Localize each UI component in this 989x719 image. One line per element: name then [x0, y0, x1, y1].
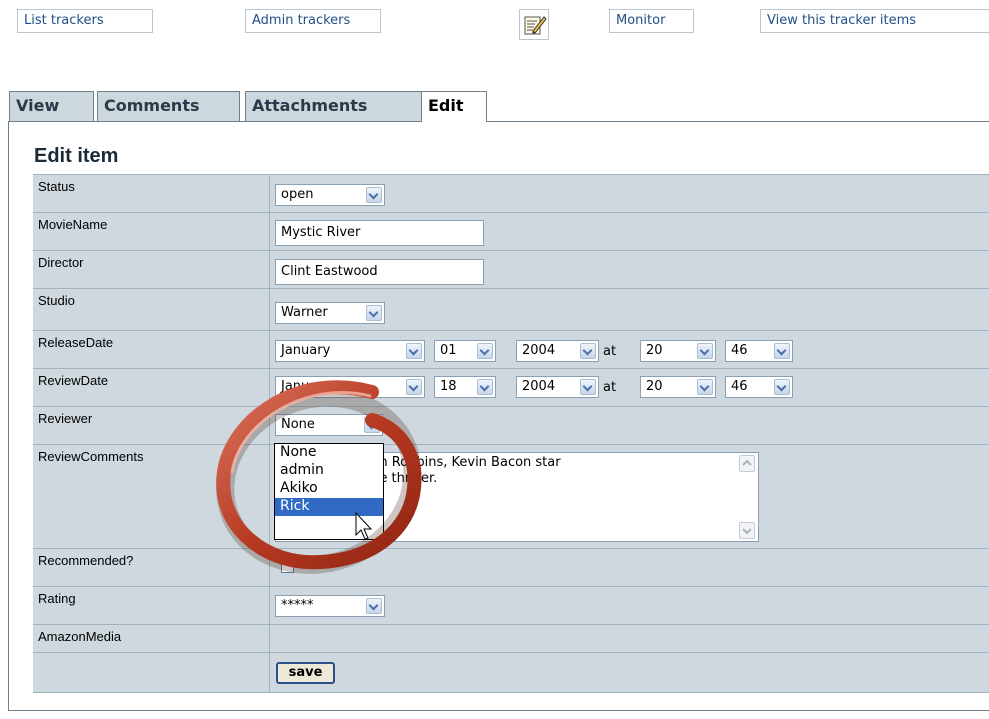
row-director: Director Clint Eastwood	[33, 250, 989, 288]
tab-edit[interactable]: Edit	[421, 91, 487, 122]
chevron-down-icon	[580, 343, 596, 359]
dropdown-option-admin[interactable]: admin	[275, 462, 383, 480]
review-month-select[interactable]: January	[275, 376, 425, 398]
studio-label: Studio	[33, 289, 270, 330]
monitor-link[interactable]: Monitor	[609, 9, 694, 33]
dropdown-option-none[interactable]: None	[275, 444, 383, 462]
release-date-label: ReleaseDate	[33, 331, 270, 368]
release-hour-select[interactable]: 20	[640, 340, 716, 362]
release-day-select[interactable]: 01	[434, 340, 496, 362]
row-studio: Studio Warner	[33, 288, 989, 330]
release-hour-value: 20	[646, 343, 663, 358]
chevron-down-icon	[366, 187, 382, 203]
chevron-down-icon	[697, 379, 713, 395]
director-input[interactable]: Clint Eastwood	[275, 259, 484, 285]
rating-select[interactable]: *****	[275, 595, 385, 617]
dropdown-option-akiko[interactable]: Akiko	[275, 480, 383, 498]
chevron-down-icon	[774, 343, 790, 359]
row-release-date: ReleaseDate January 01 2004 at 20 46	[33, 330, 989, 368]
recommended-label: Recommended?	[33, 549, 270, 586]
reviewer-select[interactable]: None	[275, 414, 383, 436]
studio-select[interactable]: Warner	[275, 302, 385, 324]
scroll-up-icon[interactable]	[739, 455, 755, 472]
status-label: Status	[33, 175, 270, 212]
reviewer-label: Reviewer	[33, 407, 270, 444]
save-row-label	[33, 653, 270, 692]
reviewer-dropdown-list: None admin Akiko Rick	[274, 443, 384, 540]
status-value: open	[281, 187, 314, 202]
page-title: Edit item	[34, 145, 119, 167]
view-tracker-items-link[interactable]: View this tracker items	[760, 9, 989, 33]
row-status: Status open	[33, 174, 989, 212]
admin-trackers-link[interactable]: Admin trackers	[245, 9, 381, 33]
tab-view[interactable]: View	[9, 91, 94, 121]
release-at-text: at	[603, 344, 617, 359]
release-month-value: January	[281, 343, 331, 358]
review-year-select[interactable]: 2004	[516, 376, 599, 398]
rating-value: *****	[281, 598, 314, 613]
status-select[interactable]: open	[275, 184, 385, 206]
row-review-comments: ReviewComments , T n Robbins, Kevin Baco…	[33, 444, 989, 548]
list-trackers-link[interactable]: List trackers	[17, 9, 153, 33]
tab-comments[interactable]: Comments	[97, 91, 240, 121]
review-date-label: ReviewDate	[33, 369, 270, 406]
review-year-value: 2004	[522, 379, 556, 394]
review-at-text: at	[603, 380, 617, 395]
chevron-down-icon	[366, 598, 382, 614]
release-month-select[interactable]: January	[275, 340, 425, 362]
tab-attachments[interactable]: Attachments	[245, 91, 422, 121]
scroll-down-icon[interactable]	[739, 522, 755, 539]
release-year-value: 2004	[522, 343, 556, 358]
release-minute-value: 46	[731, 343, 748, 358]
review-minute-select[interactable]: 46	[725, 376, 793, 398]
save-button[interactable]: save	[276, 662, 335, 684]
textarea-scrollbar[interactable]	[739, 455, 756, 539]
chevron-down-icon	[774, 379, 790, 395]
chevron-down-icon	[477, 343, 493, 359]
release-minute-select[interactable]: 46	[725, 340, 793, 362]
chevron-down-icon	[406, 379, 422, 395]
reviewer-value: None	[281, 417, 315, 432]
review-hour-select[interactable]: 20	[640, 376, 716, 398]
row-rating: Rating *****	[33, 586, 989, 624]
chevron-down-icon	[477, 379, 493, 395]
recommended-checkbox[interactable]	[281, 560, 294, 573]
movie-name-label: MovieName	[33, 213, 270, 250]
review-day-value: 18	[440, 379, 457, 394]
chevron-down-icon	[580, 379, 596, 395]
edit-note-icon[interactable]	[519, 9, 549, 40]
director-label: Director	[33, 251, 270, 288]
dropdown-option-rick[interactable]: Rick	[275, 498, 383, 516]
chevron-down-icon	[697, 343, 713, 359]
rating-label: Rating	[33, 587, 270, 624]
chevron-down-icon	[406, 343, 422, 359]
review-day-select[interactable]: 18	[434, 376, 496, 398]
row-movie-name: MovieName Mystic River	[33, 212, 989, 250]
row-amazon-media: AmazonMedia	[33, 624, 989, 652]
row-reviewer: Reviewer None	[33, 406, 989, 444]
release-day-value: 01	[440, 343, 457, 358]
row-review-date: ReviewDate January 18 2004 at 20 46	[33, 368, 989, 406]
studio-value: Warner	[281, 305, 328, 320]
review-minute-value: 46	[731, 379, 748, 394]
row-save: save	[33, 652, 989, 693]
chevron-down-icon	[364, 417, 380, 433]
release-year-select[interactable]: 2004	[516, 340, 599, 362]
row-recommended: Recommended?	[33, 548, 989, 586]
amazon-media-label: AmazonMedia	[33, 625, 270, 652]
review-hour-value: 20	[646, 379, 663, 394]
movie-name-input[interactable]: Mystic River	[275, 220, 484, 246]
review-comments-label: ReviewComments	[33, 445, 270, 548]
chevron-down-icon	[366, 305, 382, 321]
review-month-value: January	[281, 379, 331, 394]
